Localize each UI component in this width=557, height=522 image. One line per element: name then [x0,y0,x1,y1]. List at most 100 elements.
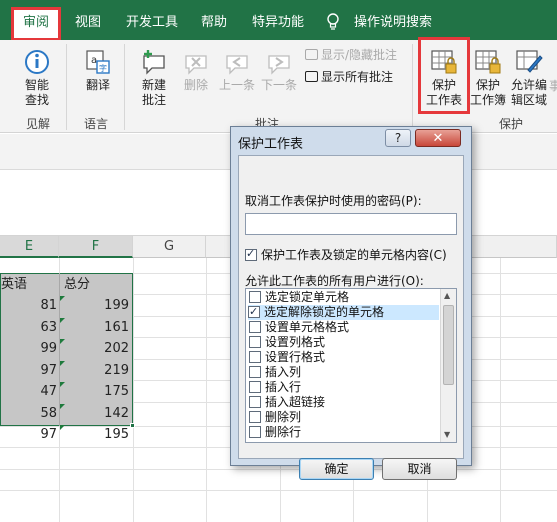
permission-label: 删除列 [265,410,302,424]
protect-workbook-label: 保护 工作簿 [469,78,506,107]
permissions-list[interactable]: 选定锁定单元格 选定解除锁定的单元格 设置单元格格式 设置列格式 设置行格式 插… [245,288,457,443]
tell-me-search[interactable]: 操作说明搜索 [354,12,432,34]
cell-english[interactable]: 47 [1,381,57,402]
cancel-button[interactable]: 取消 [382,458,457,480]
error-indicator-icon [60,339,65,344]
protect-contents-checkbox[interactable]: 保护工作表及锁定的单元格内容(C) [245,246,447,263]
cell-english[interactable]: 81 [1,295,57,316]
column-header-g[interactable]: G [133,236,206,258]
permission-item[interactable]: 删除列 [249,410,301,425]
tab-view[interactable]: 视图 [75,12,101,34]
permission-label: 插入列 [265,365,302,379]
permission-item[interactable]: 删除行 [249,425,301,440]
permission-checkbox[interactable] [249,291,261,303]
protect-workbook-icon [475,50,501,74]
cell-english[interactable]: 58 [1,403,57,424]
show-hide-comment-button[interactable]: 显示/隐藏批注 [305,46,397,63]
fill-handle[interactable] [130,423,135,428]
scrollbar-thumb[interactable] [443,305,454,385]
dialog-body: 取消工作表保护时使用的密码(P): 保护工作表及锁定的单元格内容(C) 允许此工… [238,155,464,480]
group-divider [412,44,413,130]
ok-button[interactable]: 确定 [299,458,374,480]
cell-total[interactable]: 202 [61,338,129,359]
permission-checkbox[interactable] [249,426,261,438]
error-indicator-icon [60,425,65,430]
cell-total[interactable]: 142 [61,403,129,424]
permission-item[interactable]: 插入行 [249,380,301,395]
column-header-f[interactable]: F [59,236,133,258]
permission-item[interactable]: 设置列格式 [249,335,325,350]
tab-special-features[interactable]: 特异功能 [252,12,304,34]
column-header-e[interactable]: E [0,236,59,258]
protect-workbook-button[interactable]: 保护 工作簿 [468,48,508,108]
allow-edit-ranges-label: 允许编 辑区域 [510,78,547,107]
cell-english[interactable]: 63 [1,317,57,338]
permission-item[interactable]: 插入列 [249,365,301,380]
permission-checkbox[interactable] [249,411,261,423]
scroll-down-icon[interactable]: ▼ [444,430,450,439]
grid-line [500,258,501,522]
new-comment-icon [143,50,165,75]
permission-item[interactable]: 插入超链接 [249,395,325,410]
password-input[interactable] [245,213,457,235]
group-divider [124,44,125,130]
new-comment-button[interactable]: 新建 批注 [134,48,174,108]
permission-label: 插入行 [265,380,302,394]
dialog-title: 保护工作表 [238,137,304,152]
show-hide-comment-label: 显示/隐藏批注 [321,48,398,62]
cell-total[interactable]: 199 [61,295,129,316]
error-indicator-icon [60,361,65,366]
show-all-comments-button[interactable]: 显示所有批注 [305,68,393,85]
cell-english[interactable]: 97 [1,424,57,445]
previous-comment-button[interactable]: 上一条 [217,48,257,93]
password-label: 取消工作表保护时使用的密码(P): [245,194,422,208]
next-comment-button[interactable]: 下一条 [259,48,299,93]
protect-contents-check[interactable] [245,247,257,261]
previous-comment-icon [226,55,248,75]
tab-developer[interactable]: 开发工具 [126,12,178,34]
permission-checkbox[interactable] [249,381,261,393]
permission-checkbox[interactable] [248,304,260,319]
cell-english[interactable]: 99 [1,338,57,359]
svg-text:字: 字 [99,63,107,73]
translate-icon: a 字 [86,50,110,74]
permission-item[interactable]: 设置行格式 [249,350,325,365]
permission-item[interactable]: 选定锁定单元格 [249,290,349,305]
tab-help[interactable]: 帮助 [201,12,227,34]
permission-item[interactable]: 选定解除锁定的单元格 [248,304,439,320]
close-button[interactable]: ✕ [415,129,461,147]
cell-header-english[interactable]: 英语 [1,274,57,295]
permission-checkbox[interactable] [249,396,261,408]
error-indicator-icon [60,296,65,301]
cell-header-total[interactable]: 总分 [64,274,130,295]
ribbon-review: 智能 查找 见解 a 字 翻译 语言 新建 批注 删除 上一条 下一条 显示/隐… [0,40,557,133]
help-button[interactable]: ? [385,129,411,147]
permission-label: 选定解除锁定的单元格 [264,305,385,319]
permission-checkbox[interactable] [249,321,261,333]
permission-checkbox[interactable] [249,336,261,348]
ribbon-tab-bar: 审阅 视图 开发工具 帮助 特异功能 操作说明搜索 [0,0,557,44]
delete-comment-button[interactable]: 删除 [178,48,214,93]
cell-english[interactable]: 97 [1,360,57,381]
cell-total[interactable]: 175 [61,381,129,402]
scroll-up-icon[interactable]: ▲ [444,291,450,300]
smart-lookup-label: 智能 查找 [24,78,49,107]
tab-review[interactable]: 审阅 [11,7,62,41]
list-scrollbar[interactable]: ▲ ▼ [440,289,456,442]
group-protect-label: 保护 [499,117,524,131]
protect-sheet-dialog: 保护工作表 ? ✕ 取消工作表保护时使用的密码(P): 保护工作表及锁定的单元格… [230,126,472,480]
permission-checkbox[interactable] [249,366,261,378]
smart-lookup-button[interactable]: 智能 查找 [14,48,60,108]
allow-edit-ranges-icon [516,50,543,73]
permission-label: 删除行 [265,425,302,439]
cell-total[interactable]: 195 [61,424,129,445]
cell-total[interactable]: 161 [61,317,129,338]
cell-total[interactable]: 219 [61,360,129,381]
grid-line [0,469,557,470]
allow-edit-ranges-button[interactable]: 允许编 辑区域 [508,48,550,108]
permission-checkbox[interactable] [249,351,261,363]
previous-comment-label: 上一条 [218,78,255,92]
permission-item[interactable]: 设置单元格格式 [249,320,349,335]
translate-button[interactable]: a 字 翻译 [78,48,118,93]
show-all-comments-icon [305,71,318,82]
